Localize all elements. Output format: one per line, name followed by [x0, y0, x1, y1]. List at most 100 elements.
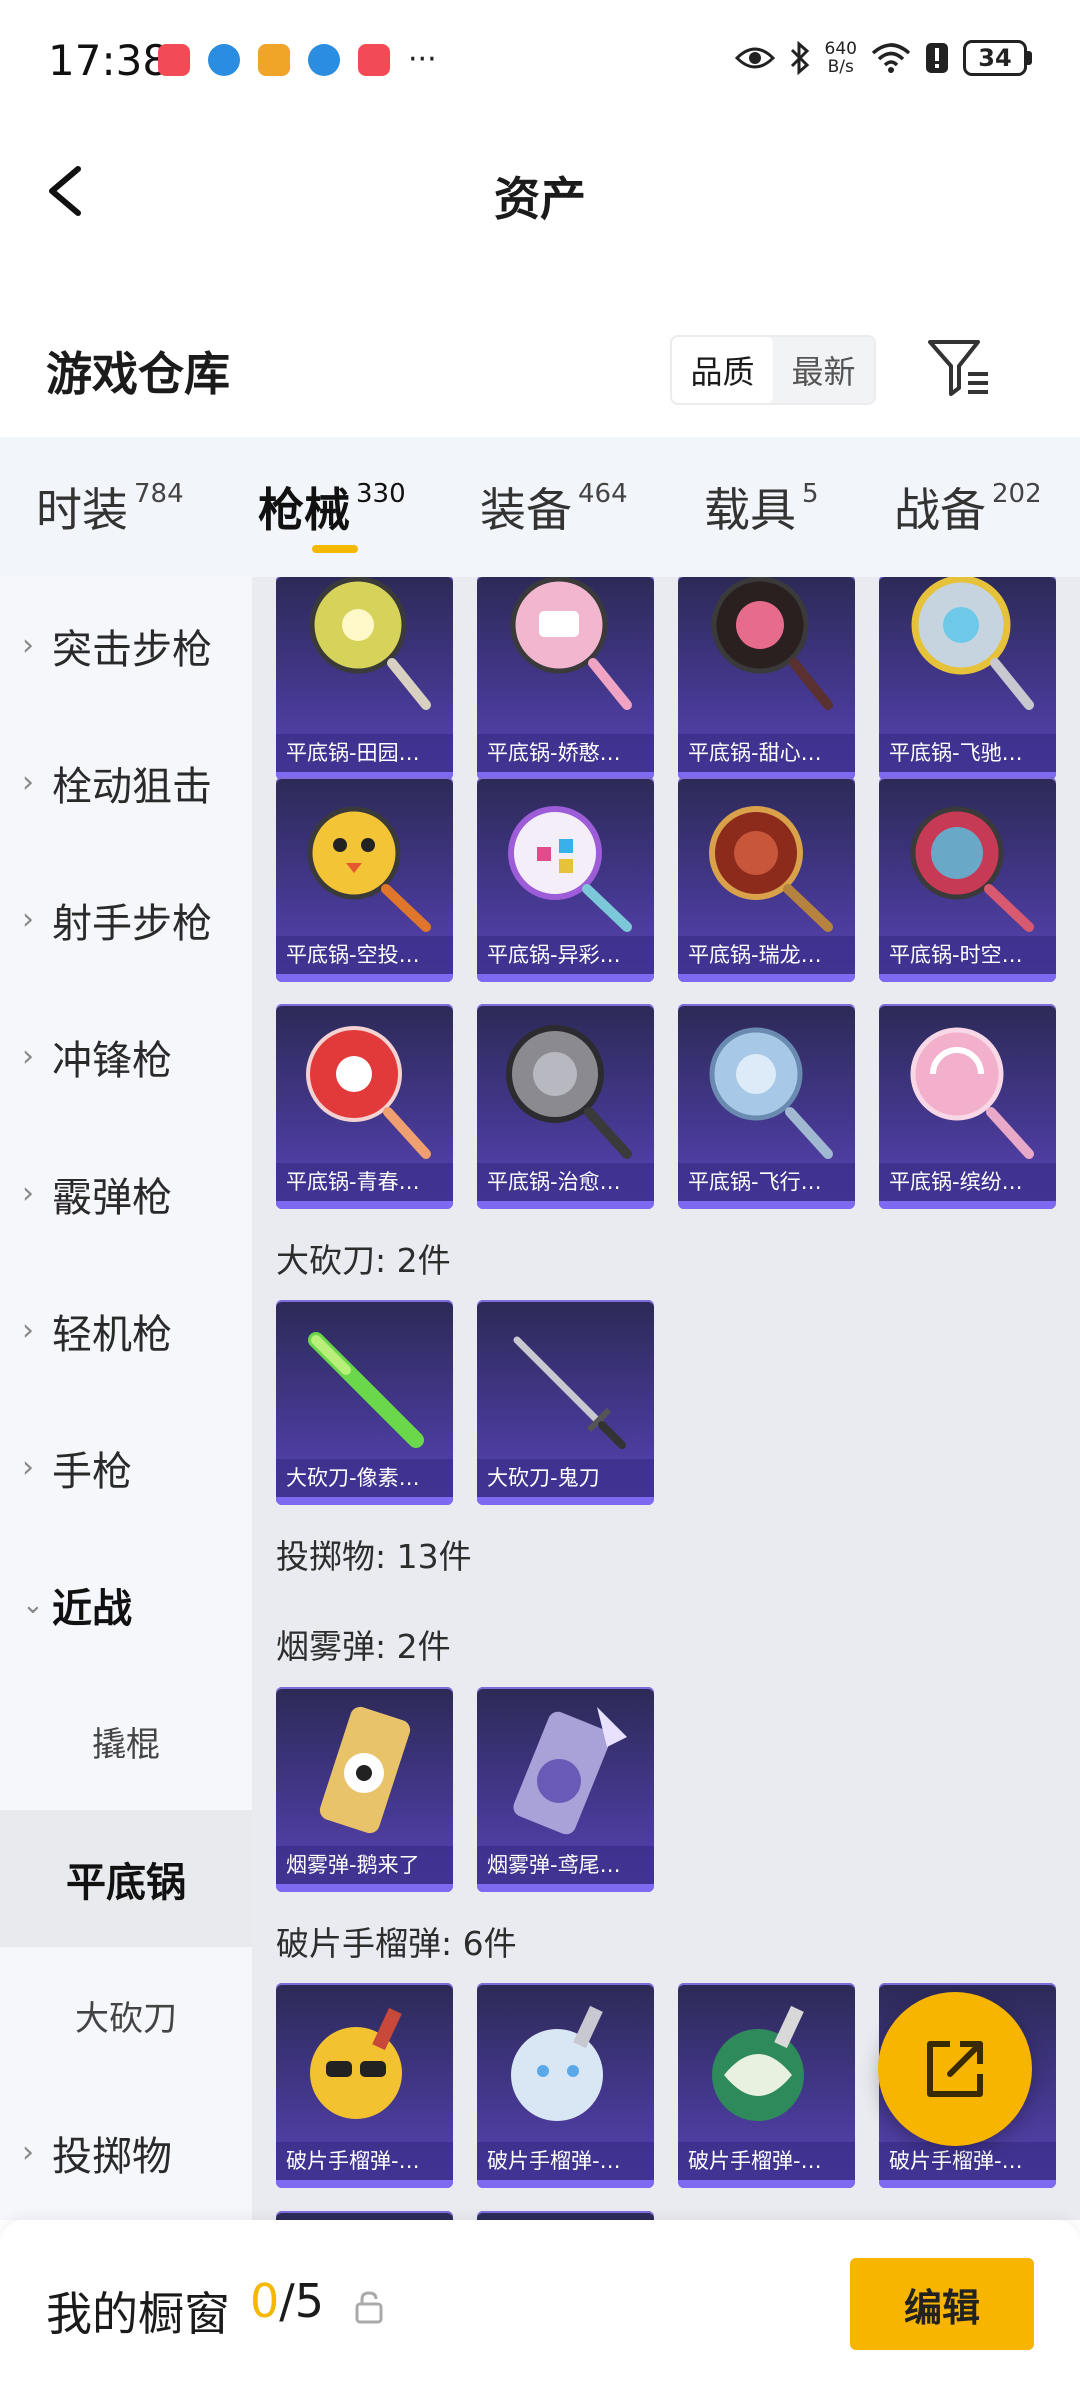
item-card[interactable]: 平底锅-甜心…: [678, 577, 855, 780]
item-card[interactable]: 破片手榴弹-…: [276, 1983, 453, 2188]
item-card[interactable]: 烟雾弹-鹅来了: [276, 1687, 453, 1892]
item-card-label: 平底锅-异彩…: [477, 936, 654, 974]
sidebar-item-melee[interactable]: ⌄ 近战: [0, 1536, 252, 1673]
frag-cat-icon: [511, 2005, 603, 2121]
item-card-label: 平底锅-田园…: [276, 734, 453, 772]
item-row: 平底锅-田园… 平底锅-娇憨… 平底锅-甜心… 平底锅-飞驰…: [276, 577, 1056, 780]
item-card[interactable]: 大砍刀-像素…: [276, 1300, 453, 1505]
item-card-label: 平底锅-甜心…: [678, 734, 855, 772]
item-card[interactable]: 平底锅-时空…: [879, 777, 1056, 982]
item-card[interactable]: 平底锅-青春…: [276, 1004, 453, 1209]
pan-pink-icon: [510, 577, 632, 710]
showcase-count: 0/5: [250, 2274, 324, 2328]
more-notifications-icon: ···: [408, 42, 437, 77]
sort-quality-button[interactable]: 品质: [672, 337, 773, 403]
item-card[interactable]: 平底锅-空投…: [276, 777, 453, 982]
frag-sunglasses-icon: [310, 2007, 402, 2119]
tab-count: 330: [356, 479, 406, 509]
sidebar-subitem-pan[interactable]: 平底锅: [0, 1810, 252, 1947]
pan-speed-icon: [911, 577, 1034, 710]
edit-button[interactable]: 编辑: [850, 2258, 1034, 2350]
sidebar-item-pistol[interactable]: › 手枪: [0, 1399, 252, 1536]
item-card[interactable]: 平底锅-飞行…: [678, 1004, 855, 1209]
section-title-machete: 大砍刀: 2件: [276, 1241, 451, 1280]
item-card-label: 平底锅-青春…: [276, 1163, 453, 1201]
chevron-right-icon: ›: [22, 1450, 34, 1485]
item-card[interactable]: [477, 2211, 654, 2220]
item-card[interactable]: 平底锅-娇憨…: [477, 577, 654, 780]
sidebar-item-marksman-rifle[interactable]: › 射手步枪: [0, 851, 252, 988]
item-card-label: 大砍刀-鬼刀: [477, 1459, 654, 1497]
chevron-right-icon: ›: [22, 1313, 34, 1348]
showcase-count-current: 0: [250, 2274, 280, 2328]
share-fab[interactable]: [878, 1992, 1032, 2146]
item-card[interactable]: 烟雾弹-鸢尾…: [477, 1687, 654, 1892]
item-card-label: 破片手榴弹-…: [477, 2142, 654, 2180]
sidebar-subitem-crowbar[interactable]: 撬棍: [0, 1673, 252, 1810]
item-card[interactable]: [276, 2211, 453, 2220]
filter-icon[interactable]: [926, 338, 992, 398]
pan-youth-icon: [306, 1026, 431, 1159]
tab-fashion[interactable]: 时装 784: [36, 437, 184, 577]
frag-jade-icon: [712, 2005, 804, 2121]
item-card[interactable]: 破片手榴弹-…: [678, 1983, 855, 2188]
shopping-app-icon: [158, 44, 190, 76]
section-title-smoke: 烟雾弹: 2件: [276, 1627, 451, 1666]
sidebar-item-shotgun[interactable]: › 霰弹枪: [0, 1125, 252, 1262]
sidebar-item-throwables[interactable]: › 投掷物: [0, 2084, 252, 2220]
item-row: [276, 2211, 654, 2220]
item-card-label: 平底锅-空投…: [276, 936, 453, 974]
item-card-label: 平底锅-飞驰…: [879, 734, 1056, 772]
status-bar: 17:38 ··· 640 B/s 34: [0, 0, 1080, 125]
chevron-right-icon: ›: [22, 628, 34, 663]
item-card[interactable]: 平底锅-异彩…: [477, 777, 654, 982]
category-tabs: 时装 784 枪械 330 装备 464 载具 5 战备 202: [0, 437, 1080, 577]
network-speed-unit: B/s: [827, 57, 854, 77]
tab-equipment[interactable]: 装备 464: [480, 437, 628, 577]
pan-dragon-icon: [709, 806, 833, 932]
item-card[interactable]: 大砍刀-鬼刀: [477, 1300, 654, 1505]
item-card[interactable]: 平底锅-缤纷…: [879, 1004, 1056, 1209]
chevron-right-icon: ›: [22, 2135, 34, 2170]
item-card[interactable]: 平底锅-治愈…: [477, 1004, 654, 1209]
bluetooth-icon: [790, 41, 809, 75]
item-card-label: 平底锅-治愈…: [477, 1163, 654, 1201]
item-card-label: 破片手榴弹-…: [276, 2142, 453, 2180]
browser-app-icon: [208, 44, 240, 76]
tab-vehicles[interactable]: 载具 5: [704, 437, 819, 577]
shopping-app-icon: [358, 44, 390, 76]
item-card[interactable]: 平底锅-飞驰…: [879, 577, 1056, 780]
tab-guns[interactable]: 枪械 330: [258, 437, 406, 577]
eye-icon: [734, 47, 775, 69]
item-card[interactable]: 平底锅-瑞龙…: [678, 777, 855, 982]
showcase-count-total: /5: [279, 2274, 325, 2328]
pan-spacetime-icon: [910, 806, 1034, 932]
pan-sweetheart-icon: [711, 577, 833, 710]
sidebar-item-label: 突击步枪: [52, 626, 212, 673]
sort-latest-button[interactable]: 最新: [773, 337, 874, 403]
tab-battle-prep[interactable]: 战备 202: [894, 437, 1042, 577]
tab-count: 464: [578, 479, 628, 509]
item-card-label: 平底锅-缤纷…: [879, 1163, 1056, 1201]
sidebar-item-label: 近战: [52, 1585, 132, 1632]
sidebar-item-bolt-sniper[interactable]: › 栓动狙击: [0, 714, 252, 851]
sidebar-item-smg[interactable]: › 冲锋枪: [0, 988, 252, 1125]
item-card-label: 破片手榴弹-…: [879, 2142, 1056, 2180]
active-tab-indicator: [312, 545, 358, 553]
sidebar-item-label: 手枪: [52, 1448, 132, 1495]
sidebar-item-lmg[interactable]: › 轻机枪: [0, 1262, 252, 1399]
battery-indicator: 34: [963, 40, 1032, 76]
lock-icon: [355, 2291, 383, 2324]
warehouse-title: 游戏仓库: [46, 347, 230, 401]
item-card[interactable]: 破片手榴弹-…: [477, 1983, 654, 2188]
bottom-bar: 我的橱窗 0/5 编辑: [0, 2220, 1080, 2382]
section-title-throwables: 投掷物: 13件: [276, 1537, 472, 1576]
smoke-goose-icon: [319, 1706, 411, 1834]
item-card-label: 破片手榴弹-…: [678, 2142, 855, 2180]
battery-level: 34: [963, 40, 1027, 76]
sidebar-item-assault-rifle[interactable]: › 突击步枪: [0, 577, 252, 714]
sidebar-subitem-machete[interactable]: 大砍刀: [0, 1947, 252, 2084]
item-card[interactable]: 平底锅-田园…: [276, 577, 453, 780]
smoke-iris-icon: [513, 1707, 627, 1835]
alert-icon: [926, 43, 948, 73]
